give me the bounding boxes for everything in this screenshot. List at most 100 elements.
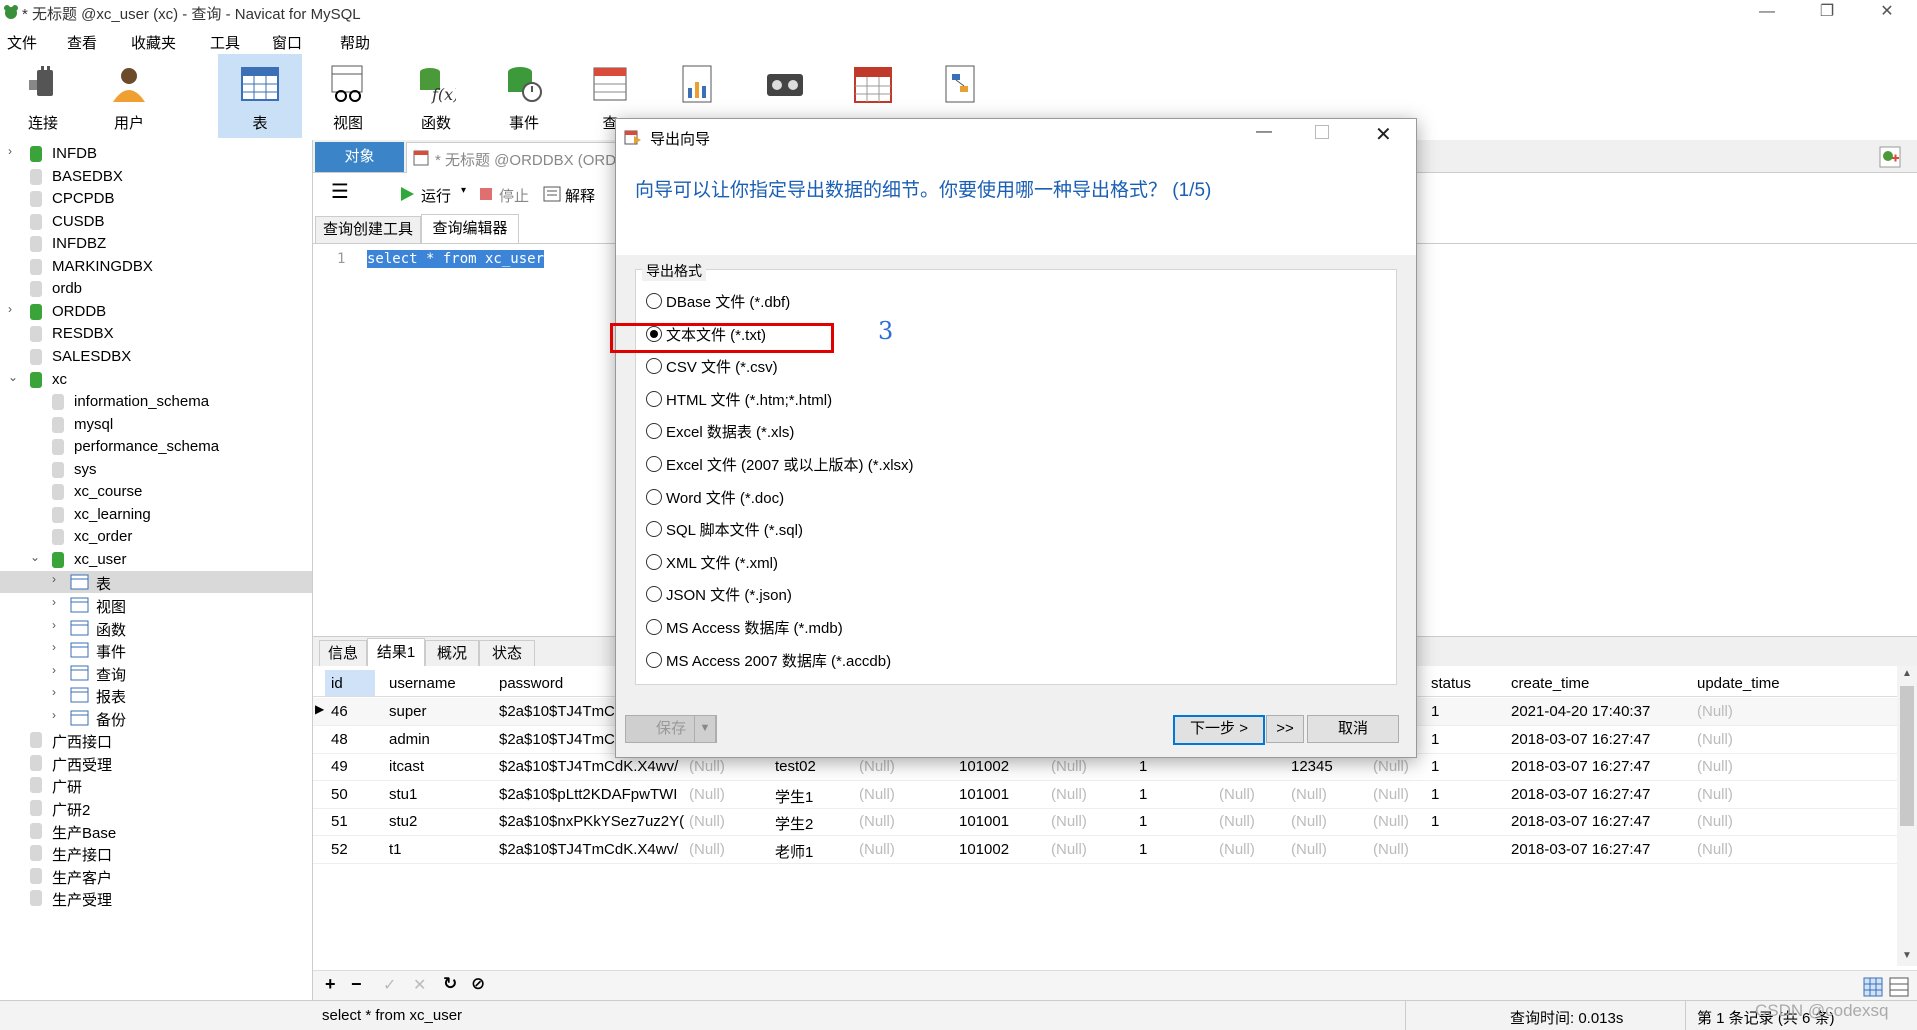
cell-hidden-column[interactable]: (Null) [1291, 841, 1327, 858]
cell-hidden-column[interactable]: (Null) [1219, 786, 1255, 803]
cell-username[interactable]: stu1 [389, 786, 417, 803]
sidebar-item[interactable]: performance_schema [0, 436, 312, 458]
cell-hidden-column[interactable]: test02 [775, 758, 816, 775]
cell-id[interactable]: 51 [331, 813, 348, 830]
apply-icon[interactable]: ✓ [383, 975, 396, 995]
cell-id[interactable]: 50 [331, 786, 348, 803]
cell-hidden-column[interactable]: (Null) [1219, 841, 1255, 858]
last-step-button[interactable]: >> [1266, 715, 1304, 743]
menu-hamburger-icon[interactable]: ☰ [331, 182, 349, 202]
cell-hidden-column[interactable]: (Null) [859, 758, 895, 775]
cell-status[interactable]: 1 [1431, 758, 1439, 775]
cell-hidden-column[interactable]: (Null) [1051, 841, 1087, 858]
radio-button[interactable] [646, 293, 662, 309]
expand-arrow-icon[interactable]: › [8, 144, 12, 158]
sidebar-item[interactable]: › 视图 [0, 594, 312, 616]
stop-button[interactable]: 停止 [499, 185, 529, 206]
cell-create-time[interactable]: 2018-03-07 16:27:47 [1511, 786, 1650, 803]
radio-button[interactable] [646, 488, 662, 505]
cell-status[interactable]: 1 [1431, 731, 1439, 748]
cell-hidden-column[interactable]: 12345 [1291, 758, 1333, 775]
sidebar-item[interactable]: 生产受理 [0, 887, 312, 909]
sidebar-item[interactable]: MARKINGDBX [0, 256, 312, 278]
tab-objects[interactable]: 对象 [315, 142, 404, 172]
cell-hidden-column[interactable]: 1 [1139, 813, 1147, 830]
menu-window[interactable]: 窗口 [272, 32, 302, 53]
expand-arrow-icon[interactable]: › [52, 663, 56, 677]
collapse-arrow-icon[interactable]: ⌄ [8, 370, 18, 384]
sidebar-item[interactable]: ordb [0, 278, 312, 300]
sidebar-item[interactable]: CUSDB [0, 211, 312, 233]
toolbar-view-button[interactable]: 视图 [306, 54, 390, 138]
expand-arrow-icon[interactable]: › [52, 640, 56, 654]
cell-update-time[interactable]: (Null) [1697, 786, 1733, 803]
cell-hidden-column[interactable]: (Null) [1051, 813, 1087, 830]
menu-tools[interactable]: 工具 [210, 32, 240, 53]
sidebar-item[interactable]: 广西受理 [0, 752, 312, 774]
cell-update-time[interactable]: (Null) [1697, 703, 1733, 720]
radio-button[interactable] [646, 651, 662, 668]
toolbar-user-button[interactable]: 用户 [87, 54, 171, 138]
cell-status[interactable]: 1 [1431, 813, 1439, 830]
cell-hidden-column[interactable]: (Null) [1373, 758, 1409, 775]
toolbar-connect-button[interactable]: 连接 [1, 54, 85, 138]
cell-hidden-column[interactable]: 101001 [959, 813, 1009, 830]
cell-hidden-column[interactable]: 1 [1139, 758, 1147, 775]
radio-button[interactable] [646, 423, 662, 440]
sidebar-item[interactable]: › 报表 [0, 684, 312, 706]
radio-button[interactable] [646, 553, 662, 570]
cell-id[interactable]: 52 [331, 841, 348, 858]
sidebar-item[interactable]: ⌄ xc [0, 369, 312, 391]
column-header-username[interactable]: username [389, 675, 456, 692]
sidebar-item[interactable]: xc_learning [0, 504, 312, 526]
sidebar-item[interactable]: mysql [0, 414, 312, 436]
cell-update-time[interactable]: (Null) [1697, 731, 1733, 748]
menu-view[interactable]: 查看 [67, 32, 97, 53]
expand-arrow-icon[interactable]: › [52, 685, 56, 699]
cell-hidden-column[interactable]: 学生2 [775, 813, 813, 834]
menu-help[interactable]: 帮助 [340, 32, 370, 53]
tab-query-editor[interactable]: 查询编辑器 [421, 214, 519, 243]
cell-hidden-column[interactable]: 1 [1139, 786, 1147, 803]
sidebar-item[interactable]: xc_order [0, 526, 312, 548]
cell-hidden-column[interactable]: 老师1 [775, 841, 813, 862]
cell-hidden-column[interactable]: (Null) [1291, 786, 1327, 803]
cell-password[interactable]: $2a$10$nxPKkYSez7uz2Y( [499, 813, 685, 830]
delete-record-icon[interactable]: − [351, 974, 362, 995]
editor-sql-text[interactable]: select * from xc_user [367, 250, 545, 268]
cell-hidden-column[interactable]: (Null) [859, 841, 895, 858]
cell-hidden-column[interactable]: (Null) [1373, 841, 1409, 858]
grid-view-icon[interactable] [1863, 977, 1883, 997]
expand-arrow-icon[interactable]: › [52, 708, 56, 722]
close-window-button[interactable]: ✕ [1864, 0, 1910, 26]
cell-hidden-column[interactable]: (Null) [689, 841, 725, 858]
cell-password[interactable]: $2a$10$TJ4TmCdK.X4wv/ [499, 841, 685, 858]
cell-hidden-column[interactable]: (Null) [689, 813, 725, 830]
cell-hidden-column[interactable]: 学生1 [775, 786, 813, 807]
form-view-icon[interactable] [1889, 977, 1909, 997]
expand-arrow-icon[interactable]: › [8, 302, 12, 316]
add-connection-icon[interactable] [1879, 146, 1901, 168]
minimize-button[interactable]: — [1744, 0, 1790, 26]
cell-password[interactable]: $2a$10$pLtt2KDAFpwTWI [499, 786, 685, 803]
cell-hidden-column[interactable]: 101001 [959, 786, 1009, 803]
expand-arrow-icon[interactable]: › [52, 595, 56, 609]
cell-update-time[interactable]: (Null) [1697, 841, 1733, 858]
cell-status[interactable]: 1 [1431, 703, 1439, 720]
scroll-thumb[interactable] [1900, 686, 1914, 826]
cell-hidden-column[interactable]: (Null) [689, 786, 725, 803]
sidebar-item[interactable]: information_schema [0, 391, 312, 413]
expand-arrow-icon[interactable]: › [52, 618, 56, 632]
sidebar-item[interactable]: xc_course [0, 481, 312, 503]
cell-update-time[interactable]: (Null) [1697, 813, 1733, 830]
discard-icon[interactable]: ✕ [413, 975, 426, 995]
cell-hidden-column[interactable]: (Null) [1219, 813, 1255, 830]
tab-status[interactable]: 状态 [479, 640, 535, 668]
explain-button[interactable]: 解释 [565, 185, 595, 206]
sidebar-item[interactable]: 广研2 [0, 797, 312, 819]
sidebar-item[interactable]: sys [0, 459, 312, 481]
cell-hidden-column[interactable]: (Null) [1291, 813, 1327, 830]
radio-button[interactable] [646, 619, 662, 635]
cell-hidden-column[interactable]: (Null) [1051, 786, 1087, 803]
cell-create-time[interactable]: 2018-03-07 16:27:47 [1511, 813, 1650, 830]
